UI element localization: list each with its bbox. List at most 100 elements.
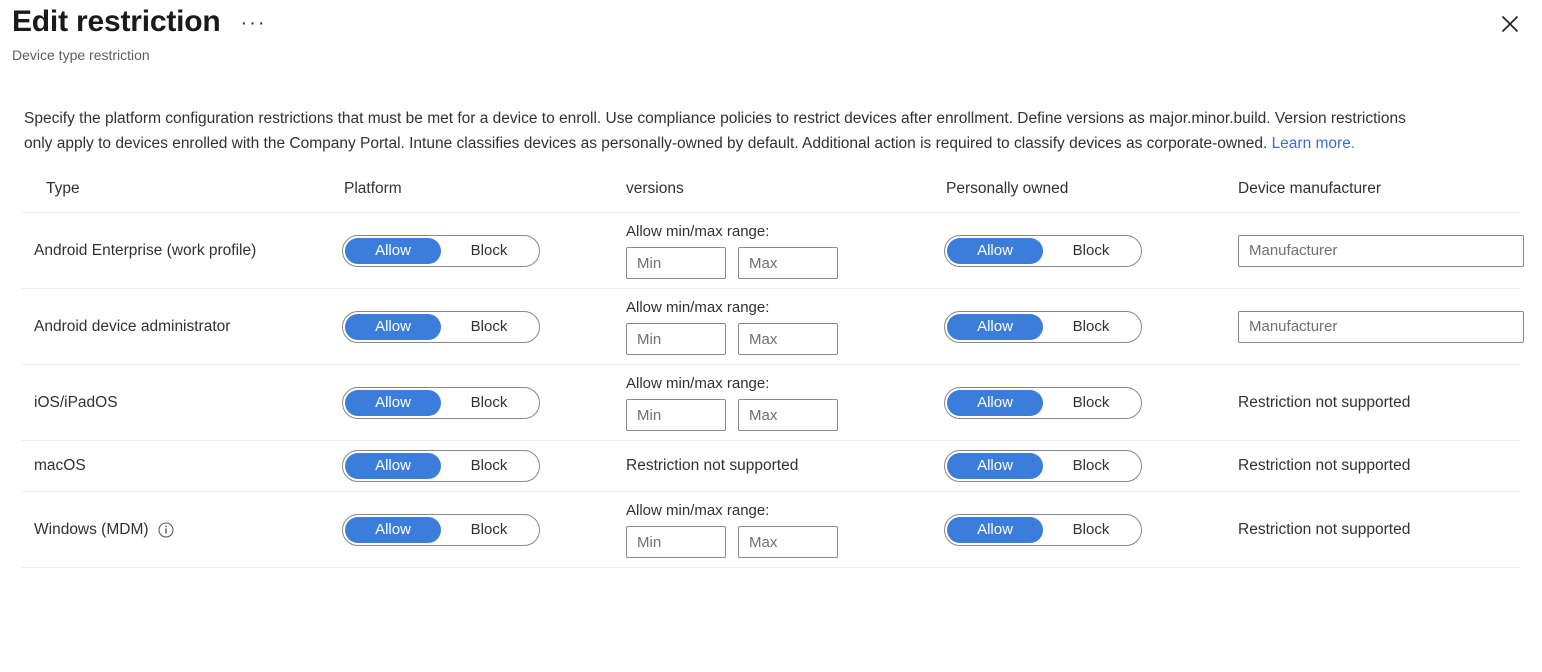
edit-restriction-panel: Edit restriction ··· Device type restric… [0, 2, 1542, 672]
column-header-personally-owned: Personally owned [946, 180, 1069, 197]
personally-owned-toggle-block[interactable]: Block [1043, 390, 1139, 416]
version-max-input[interactable] [738, 323, 838, 355]
platform-toggle[interactable]: Allow Block [342, 386, 540, 419]
panel-header: Edit restriction ··· Device type restric… [0, 2, 1542, 64]
cell-device-manufacturer: Restriction not supported [1226, 441, 1520, 492]
platform-toggle[interactable]: Allow Block [342, 310, 540, 343]
device-manufacturer-input[interactable] [1238, 310, 1524, 343]
restrictions-table: Type Platform versions Personally owned … [22, 180, 1524, 568]
cell-type: Android device administrator [22, 289, 332, 365]
personally-owned-toggle-block[interactable]: Block [1043, 517, 1139, 543]
restrictions-table-wrap: Type Platform versions Personally owned … [0, 180, 1542, 568]
cell-type: Android Enterprise (work profile) [22, 213, 332, 289]
min-max-row [626, 247, 934, 279]
type-inner: Windows (MDM) [34, 518, 310, 542]
versions-range-label: Allow min/max range: [626, 223, 770, 240]
version-min-input[interactable] [626, 526, 726, 558]
platform-toggle-block[interactable]: Block [441, 517, 537, 543]
min-max-row [626, 399, 934, 431]
min-max-row [626, 526, 934, 558]
personally-owned-toggle-allow[interactable]: Allow [947, 237, 1043, 264]
platform-toggle[interactable]: Allow Block [342, 450, 540, 482]
column-header-versions: versions [626, 180, 684, 197]
platform-toggle-block[interactable]: Block [441, 238, 537, 264]
cell-type: Windows (MDM) [22, 492, 332, 568]
version-max-input[interactable] [738, 247, 838, 279]
version-max-input[interactable] [738, 399, 838, 431]
cell-device-manufacturer: Restriction not supported [1226, 365, 1520, 441]
type-inner: iOS/iPadOS [34, 391, 310, 415]
personally-owned-toggle[interactable]: Allow Block [944, 234, 1142, 267]
table-row: Android device administrator Allow Block Al… [22, 289, 1524, 365]
personally-owned-toggle-block[interactable]: Block [1043, 453, 1139, 479]
info-icon[interactable] [157, 521, 174, 538]
manufacturer-not-supported-text: Restriction not supported [1238, 393, 1411, 411]
personally-owned-toggle-block[interactable]: Block [1043, 238, 1139, 264]
cell-personally-owned: Allow Block [934, 492, 1226, 568]
cell-versions: Allow min/max range: [624, 365, 934, 441]
platform-type-label: macOS [34, 457, 86, 474]
panel-description: Specify the platform configuration restr… [0, 106, 1480, 156]
description-text: Specify the platform configuration restr… [24, 110, 1406, 152]
personally-owned-toggle-allow[interactable]: Allow [947, 389, 1043, 416]
version-max-input[interactable] [738, 526, 838, 558]
version-min-input[interactable] [626, 323, 726, 355]
version-min-input[interactable] [626, 399, 726, 431]
cell-device-manufacturer [1226, 213, 1524, 289]
platform-toggle-block[interactable]: Block [441, 314, 537, 340]
cell-platform: Allow Block [332, 213, 624, 289]
cell-personally-owned: Allow Block [934, 213, 1226, 289]
personally-owned-toggle-allow[interactable]: Allow [947, 453, 1043, 479]
device-manufacturer-input[interactable] [1238, 234, 1524, 267]
platform-type-label: iOS/iPadOS [34, 393, 118, 411]
table-header-row: Type Platform versions Personally owned … [22, 180, 1520, 213]
personally-owned-toggle[interactable]: Allow Block [944, 386, 1142, 419]
cell-personally-owned: Allow Block [934, 365, 1226, 441]
cell-device-manufacturer: Restriction not supported [1226, 492, 1520, 568]
platform-toggle-allow[interactable]: Allow [345, 313, 441, 340]
personally-owned-toggle[interactable]: Allow Block [944, 450, 1142, 482]
learn-more-link[interactable]: Learn more. [1272, 135, 1356, 152]
table-header: Type Platform versions Personally owned … [22, 180, 1520, 213]
close-button[interactable] [1494, 8, 1526, 40]
cell-personally-owned: Allow Block [934, 289, 1226, 365]
versions-range-label: Allow min/max range: [626, 299, 770, 316]
more-options-icon[interactable]: ··· [237, 11, 271, 35]
personally-owned-toggle-block[interactable]: Block [1043, 314, 1139, 340]
cell-versions: Allow min/max range: [624, 492, 934, 568]
platform-toggle-allow[interactable]: Allow [345, 516, 441, 543]
versions-range-label: Allow min/max range: [626, 502, 770, 519]
page-title: Edit restriction [12, 5, 221, 38]
personally-owned-toggle[interactable]: Allow Block [944, 513, 1142, 546]
personally-owned-toggle-allow[interactable]: Allow [947, 516, 1043, 543]
cell-versions: Allow min/max range: [624, 289, 934, 365]
table-row: macOS Allow Block Restriction not supported… [22, 441, 1520, 492]
title-row: Edit restriction ··· [0, 2, 1542, 42]
platform-toggle-block[interactable]: Block [441, 390, 537, 416]
version-min-input[interactable] [626, 247, 726, 279]
type-inner: Android device administrator [34, 315, 310, 339]
manufacturer-not-supported-text: Restriction not supported [1238, 457, 1411, 474]
platform-type-label: Windows (MDM) [34, 520, 149, 538]
column-header-platform: Platform [344, 180, 402, 197]
table-row: Windows (MDM) Allow Block Allow min/max ran… [22, 492, 1520, 568]
versions-not-supported-text: Restriction not supported [626, 457, 799, 474]
type-inner: macOS [34, 454, 310, 478]
cell-platform: Allow Block [332, 365, 624, 441]
cell-platform: Allow Block [332, 289, 624, 365]
platform-toggle-allow[interactable]: Allow [345, 453, 441, 479]
platform-toggle-allow[interactable]: Allow [345, 237, 441, 264]
cell-device-manufacturer [1226, 289, 1524, 365]
table-body: Android Enterprise (work profile) Allow Bl… [22, 213, 1524, 568]
versions-range-block: Allow min/max range: [626, 298, 934, 355]
platform-toggle-block[interactable]: Block [441, 453, 537, 479]
cell-platform: Allow Block [332, 441, 624, 492]
close-icon [1500, 14, 1520, 34]
cell-versions: Allow min/max range: [624, 213, 934, 289]
platform-toggle[interactable]: Allow Block [342, 513, 540, 546]
column-header-type: Type [46, 180, 80, 197]
platform-toggle[interactable]: Allow Block [342, 234, 540, 267]
personally-owned-toggle[interactable]: Allow Block [944, 310, 1142, 343]
platform-toggle-allow[interactable]: Allow [345, 389, 441, 416]
personally-owned-toggle-allow[interactable]: Allow [947, 313, 1043, 340]
